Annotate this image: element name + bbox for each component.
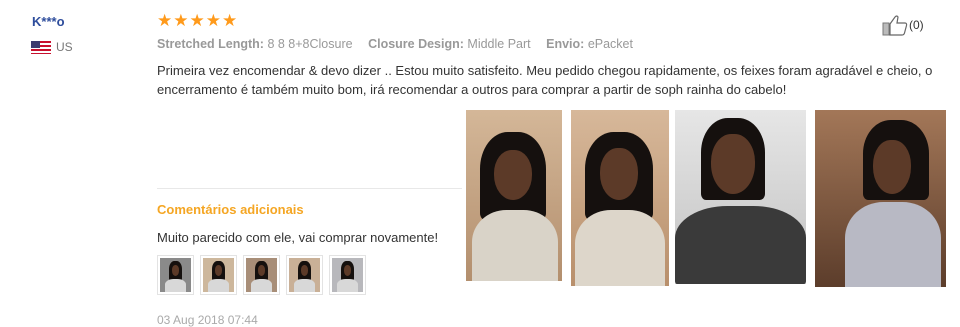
section-divider [157, 188, 462, 189]
star-rating: ★ ★ ★ ★ ★ [157, 12, 237, 29]
photo-thumbnail[interactable] [243, 255, 280, 295]
photo-thumbnail[interactable] [157, 255, 194, 295]
attr-shipping: Envio: ePacket [546, 37, 633, 51]
reviewer-name: K***o [32, 14, 65, 29]
review-photo[interactable] [675, 110, 806, 284]
star-icon: ★ [205, 11, 221, 30]
review-text: Primeira vez encomendar & devo dizer .. … [157, 63, 933, 97]
additional-comments-text: Muito parecido com ele, vai comprar nova… [157, 230, 439, 245]
country-code: US [56, 40, 73, 54]
review-photo[interactable] [571, 110, 669, 286]
review-date: 03 Aug 2018 07:44 [157, 313, 258, 327]
us-flag-icon [31, 40, 51, 54]
star-icon: ★ [222, 11, 238, 30]
star-icon: ★ [157, 11, 173, 30]
helpful-button[interactable]: (0) [882, 14, 924, 36]
additional-comments-title: Comentários adicionais [157, 202, 304, 217]
photo-thumbnail[interactable] [286, 255, 323, 295]
attr-length: Stretched Length: 8 8 8+8Closure [157, 37, 353, 51]
thumbs-up-icon [882, 15, 908, 36]
photo-thumbnail[interactable] [329, 255, 366, 295]
helpful-count: (0) [909, 18, 924, 32]
review-photo[interactable] [466, 110, 562, 281]
star-icon: ★ [189, 11, 205, 30]
order-attributes: Stretched Length: 8 8 8+8Closure Closure… [157, 37, 645, 51]
photo-thumbnail[interactable] [200, 255, 237, 295]
reviewer-country: US [31, 40, 73, 54]
review-photo[interactable] [815, 110, 946, 287]
star-icon: ★ [173, 11, 189, 30]
additional-photo-thumbnails [157, 255, 366, 295]
attr-closure-design: Closure Design: Middle Part [368, 37, 531, 51]
